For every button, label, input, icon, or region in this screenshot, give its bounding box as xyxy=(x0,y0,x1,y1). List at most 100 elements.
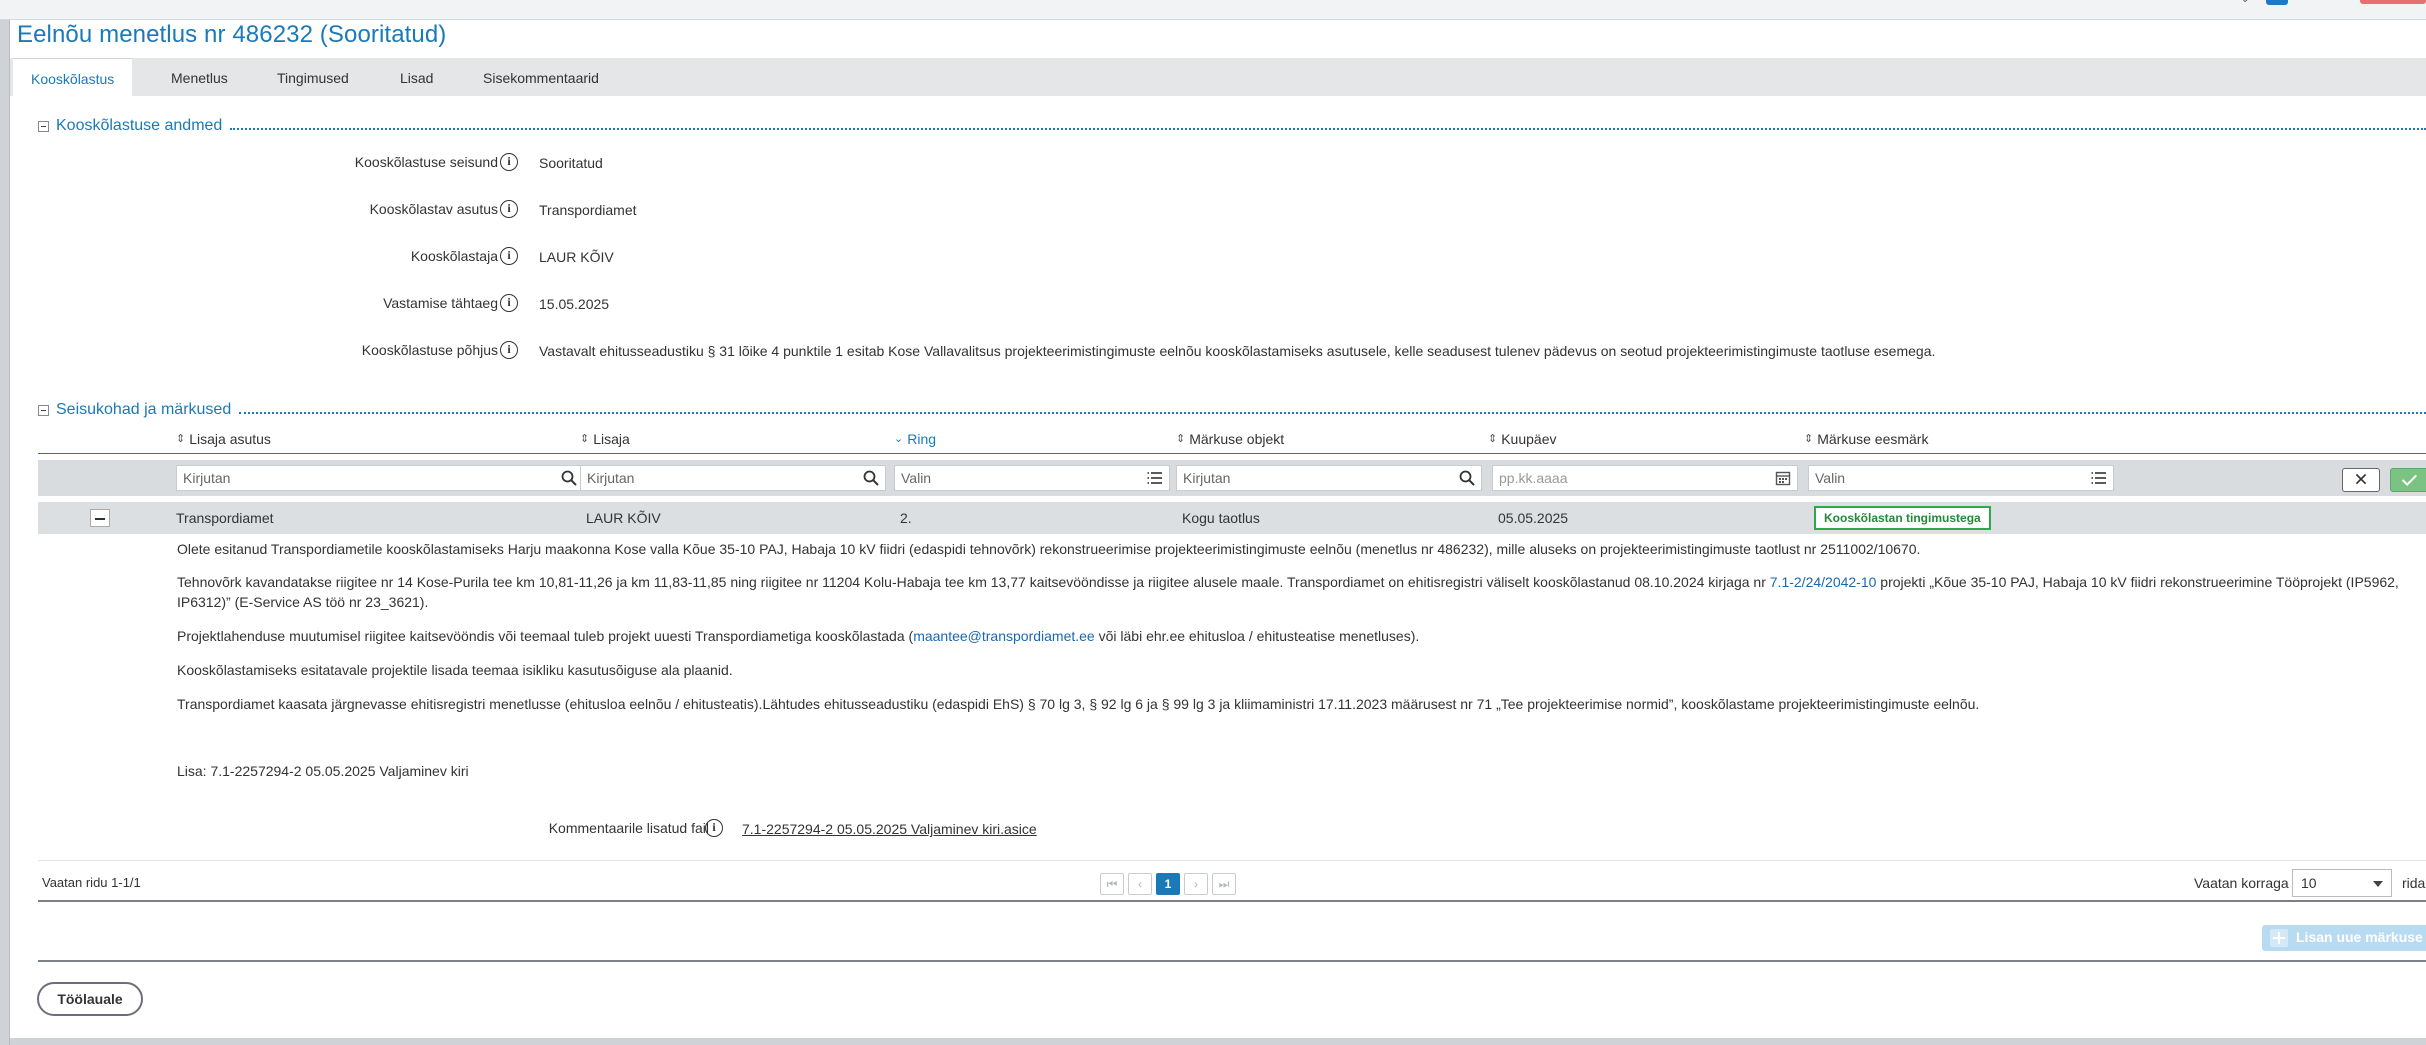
field-value: Vastavalt ehitusseadustiku § 31 lõike 4 … xyxy=(539,343,1936,359)
remark-paragraph-1: Olete esitanud Transpordiametile kooskõl… xyxy=(177,541,1921,557)
first-page-button[interactable]: ⏮ xyxy=(1100,873,1124,895)
pager: Vaatan ridu 1-1/1 ⏮ ‹ 1 › ⏭ Vaatan korra… xyxy=(38,860,2426,902)
per-page-select[interactable]: 10 xyxy=(2292,869,2392,897)
remark-attachment-note: Lisa: 7.1-2257294-2 05.05.2025 Valjamine… xyxy=(177,763,469,779)
back-to-dashboard-button[interactable]: Töölauale xyxy=(37,982,143,1016)
sort-desc-icon: ⌄ xyxy=(894,432,904,445)
last-page-button[interactable]: ⏭ xyxy=(1212,873,1236,895)
list-icon[interactable] xyxy=(1147,470,1163,486)
apply-filters-button[interactable] xyxy=(2390,468,2426,492)
per-page-suffix: rida xyxy=(2402,875,2426,891)
top-user-badge[interactable] xyxy=(2266,0,2288,5)
field-label: Kooskõlastuse seisund xyxy=(354,154,498,170)
column-header-kuupaev[interactable]: ⇕ Kuupäev xyxy=(1488,431,1557,447)
filter-ring-select[interactable]: Valin xyxy=(894,465,1170,491)
top-logout-button[interactable] xyxy=(2360,0,2426,4)
sort-icon: ⇕ xyxy=(1176,432,1186,445)
bottom-edge xyxy=(10,1038,2426,1045)
prev-page-button[interactable]: ‹ xyxy=(1128,873,1152,895)
field-row-asutus: Kooskõlastav asutus i Transpordiamet xyxy=(10,199,2426,221)
info-icon[interactable]: i xyxy=(500,247,518,265)
filter-eesmark-select[interactable]: Valin xyxy=(1808,465,2114,491)
tab-sisekommentaarid[interactable]: Sisekommentaarid xyxy=(465,58,617,96)
tab-bar: Kooskõlastus Menetlus Tingimused Lisad S… xyxy=(10,58,2426,96)
details-section-header: Kooskõlastuse andmed xyxy=(38,117,2426,135)
current-page-button[interactable]: 1 xyxy=(1156,873,1180,895)
field-label: Kooskõlastuse põhjus xyxy=(361,342,498,358)
column-header-lisaja[interactable]: ⇕ Lisaja xyxy=(580,431,630,447)
grid-header: ⇕ Lisaja asutus ⇕ Lisaja ⌄ Ring ⇕ Märkuse ob… xyxy=(38,428,2426,454)
calendar-icon[interactable] xyxy=(1775,470,1791,486)
close-icon xyxy=(2355,473,2367,485)
field-value: 15.05.2025 xyxy=(539,296,610,312)
per-page-label: Vaatan korraga xyxy=(2194,875,2289,891)
column-header-lisaja-asutus[interactable]: ⇕ Lisaja asutus xyxy=(176,431,271,447)
field-value: LAUR KÕIV xyxy=(539,249,614,265)
field-row-kooskolastaja: Kooskõlastaja i LAUR KÕIV xyxy=(10,246,2426,268)
page-container: Eelnõu menetlus nr 486232 (Sooritatud) K… xyxy=(10,20,2426,1038)
search-icon[interactable] xyxy=(863,470,879,486)
cell-objekt: Kogu taotlus xyxy=(1182,510,1260,526)
filter-kuupaev-input[interactable]: pp.kk.aaaa xyxy=(1492,465,1798,491)
sort-icon: ⇕ xyxy=(176,432,186,445)
clear-filters-button[interactable] xyxy=(2342,468,2380,492)
info-icon[interactable]: i xyxy=(500,341,518,359)
column-header-markuse-eesmark[interactable]: ⇕ Märkuse eesmärk xyxy=(1804,431,1928,447)
cell-kuupaev: 05.05.2025 xyxy=(1498,510,1569,526)
remarks-section-header: Seisukohad ja märkused xyxy=(38,401,2426,419)
remark-paragraph-3: Projektlahenduse muutumisel riigitee kai… xyxy=(177,628,1420,644)
info-icon[interactable]: i xyxy=(500,294,518,312)
next-page-button[interactable]: › xyxy=(1184,873,1208,895)
tab-menetlus[interactable]: Menetlus xyxy=(153,58,246,96)
status-badge: Kooskõlastan tingimustega xyxy=(1814,506,1991,530)
collapse-icon[interactable] xyxy=(38,404,49,416)
remark-paragraph-5: Transpordiamet kaasata järgnevasse ehiti… xyxy=(177,696,1980,712)
cell-asutus: Transpordiamet xyxy=(176,510,274,526)
collapse-icon[interactable] xyxy=(38,120,49,132)
tab-tingimused[interactable]: Tingimused xyxy=(259,58,367,96)
filter-lisaja-input[interactable]: Kirjutan xyxy=(580,465,886,491)
attached-file-link[interactable]: 7.1-2257294-2 05.05.2025 Valjaminev kiri… xyxy=(742,821,1037,837)
field-label: Kooskõlastaja xyxy=(410,248,498,264)
search-icon[interactable] xyxy=(1459,470,1475,486)
tab-kooskolastus[interactable]: Kooskõlastus xyxy=(13,58,133,96)
field-value: Transpordiamet xyxy=(539,202,637,218)
letter-link[interactable]: 7.1-2/24/2042-10 xyxy=(1770,574,1877,590)
info-icon[interactable]: i xyxy=(500,153,518,171)
sort-icon: ⇕ xyxy=(1804,432,1814,445)
field-row-seisund: Kooskõlastuse seisund i Sooritatud xyxy=(10,152,2426,174)
remark-paragraph-2: Tehnovõrk kavandatakse riigitee nr 14 Ko… xyxy=(177,574,2399,610)
pager-summary: Vaatan ridu 1-1/1 xyxy=(42,875,141,890)
remarks-section-title: Seisukohad ja märkused xyxy=(56,401,232,418)
attached-file-label: Kommentaarile lisatud fail xyxy=(548,820,709,836)
chevron-down-icon[interactable]: ⌄ xyxy=(2241,0,2249,5)
email-link[interactable]: maantee@transpordiamet.ee xyxy=(913,628,1095,644)
browser-top-strip: ⌄ xyxy=(0,0,2426,20)
list-icon[interactable] xyxy=(2091,470,2107,486)
section-divider xyxy=(230,128,2426,130)
filter-lisaja-asutus-input[interactable]: Kirjutan xyxy=(176,465,584,491)
search-icon[interactable] xyxy=(561,470,577,486)
filter-objekt-input[interactable]: Kirjutan xyxy=(1176,465,1482,491)
field-label: Vastamise tähtaeg xyxy=(383,295,498,311)
page-title: Eelnõu menetlus nr 486232 (Sooritatud) xyxy=(17,21,447,48)
column-header-ring[interactable]: ⌄ Ring xyxy=(894,431,936,447)
table-row[interactable]: Transpordiamet LAUR KÕIV 2. Kogu taotlus… xyxy=(38,502,2426,534)
plus-icon xyxy=(2270,929,2288,947)
sort-icon: ⇕ xyxy=(1488,432,1498,445)
cell-lisaja: LAUR KÕIV xyxy=(586,510,661,526)
filter-row: Kirjutan Kirjutan Valin Kirjutan pp.kk.a… xyxy=(38,460,2426,496)
left-edge xyxy=(0,20,10,1045)
info-icon[interactable]: i xyxy=(500,200,518,218)
remark-paragraph-4: Kooskõlastamiseks esitatavale projektile… xyxy=(177,662,733,678)
column-header-markuse-objekt[interactable]: ⇕ Märkuse objekt xyxy=(1176,431,1284,447)
tab-lisad[interactable]: Lisad xyxy=(382,58,451,96)
details-section-title: Kooskõlastuse andmed xyxy=(56,117,223,134)
add-remark-button[interactable]: Lisan uue märkuse xyxy=(2262,925,2426,951)
attached-file-row: Kommentaarile lisatud fail i 7.1-2257294… xyxy=(10,818,2426,840)
field-label: Kooskõlastav asutus xyxy=(369,201,498,217)
collapse-row-button[interactable] xyxy=(90,509,110,527)
info-icon[interactable]: i xyxy=(705,819,723,837)
section-divider xyxy=(239,412,2426,414)
section-bottom-divider xyxy=(38,960,2426,962)
